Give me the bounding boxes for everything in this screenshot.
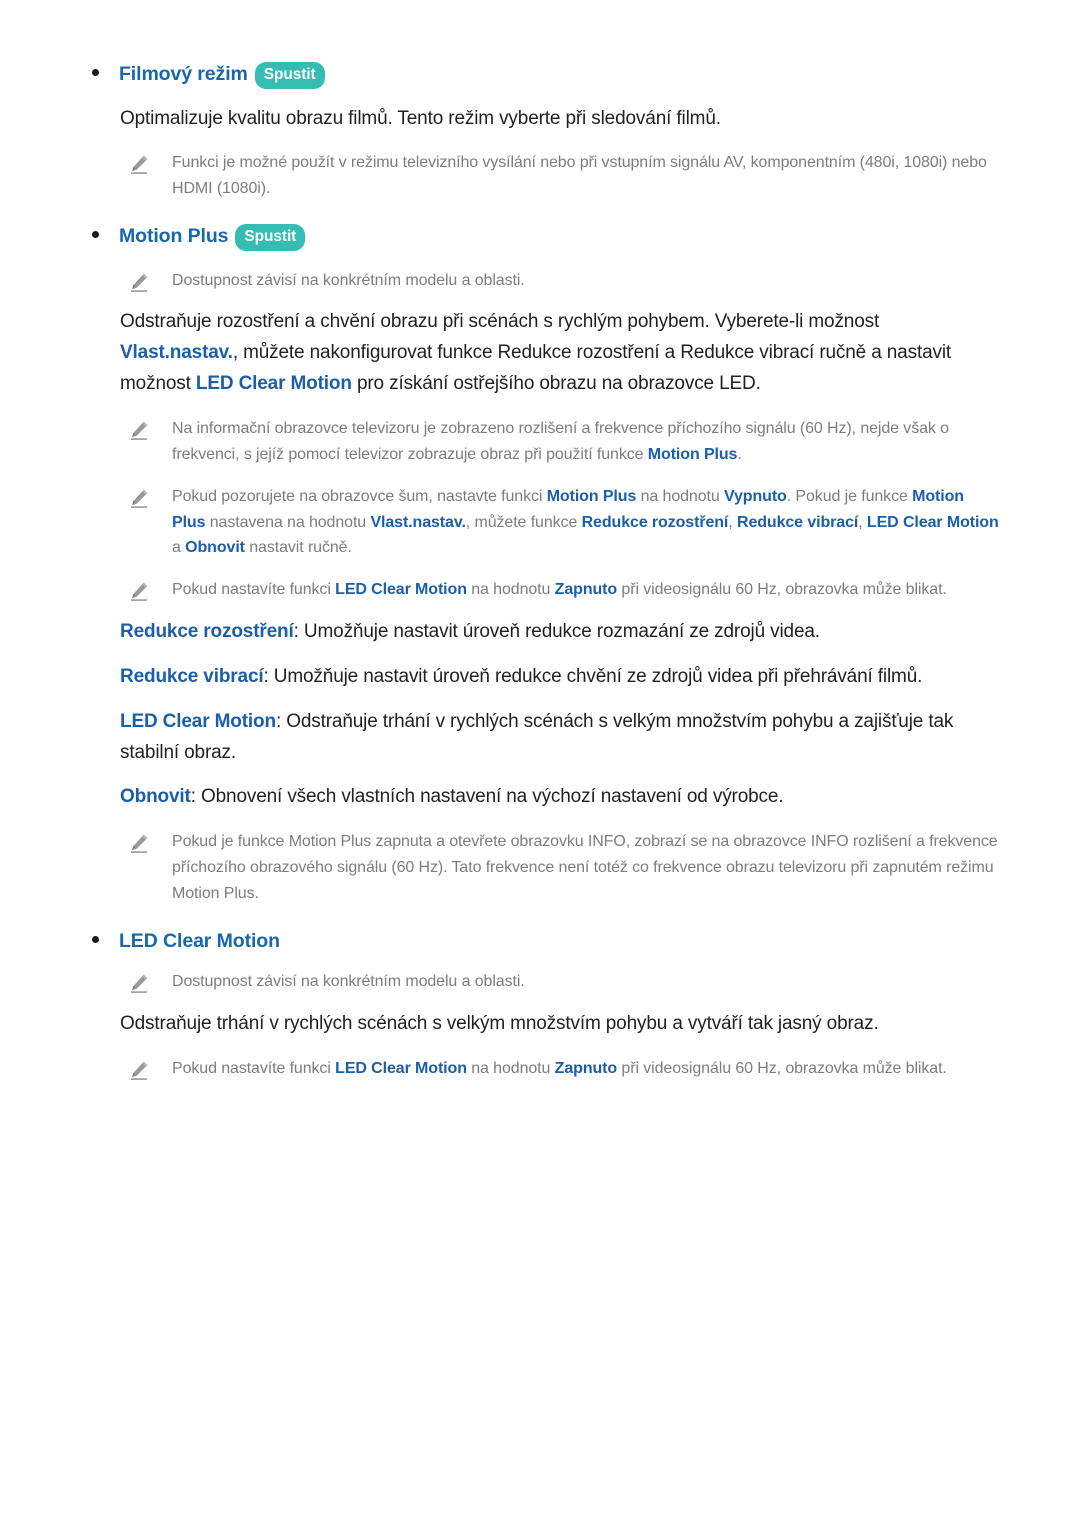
definition-text: : Obnovení všech vlastních nastavení na … [190, 786, 784, 808]
pencil-icon [128, 153, 150, 175]
section-heading-film-mode: Filmový režim Spustit [92, 62, 1000, 90]
pencil-icon [128, 832, 150, 854]
text-run: nastavit ručně. [244, 539, 352, 557]
term-vlast-nastav: Vlast.nastav. [370, 513, 466, 531]
definition-text: : Umožňuje nastavit úroveň redukce rozma… [293, 621, 820, 643]
heading-label: LED Clear Motion [119, 929, 280, 952]
term-led-clear-motion: LED Clear Motion [335, 1059, 467, 1077]
definition-led-clear-motion: LED Clear Motion: Odstraňuje trhání v ry… [120, 707, 1000, 769]
term-zapnuto: Zapnuto [554, 1059, 618, 1077]
text-run: na hodnotu [636, 487, 725, 505]
section-heading-motion-plus: Motion Plus Spustit [92, 224, 1000, 252]
term-obnovit: Obnovit [185, 539, 245, 557]
text-run: na hodnotu [466, 581, 555, 599]
term-led-clear-motion: LED Clear Motion [195, 373, 352, 395]
definition-text: : Umožňuje nastavit úroveň redukce chvěn… [263, 665, 923, 687]
note-motion-plus-3: Pokud nastavíte funkci LED Clear Motion … [128, 577, 1000, 603]
definition-term: Redukce vibrací [120, 665, 264, 687]
section-heading-led-clear-motion: LED Clear Motion [92, 929, 1000, 953]
bullet-dot-icon [92, 69, 99, 76]
text-run: Pokud nastavíte funkci [172, 1059, 336, 1077]
pencil-icon [128, 271, 150, 293]
heading-label: Filmový režim [119, 63, 248, 85]
launch-badge-motion-plus[interactable]: Spustit [235, 224, 306, 251]
led-clear-motion-description: Odstraňuje trhání v rychlých scénách s v… [120, 1013, 879, 1035]
note-motion-plus-availability: Dostupnost závisí na konkrétním modelu a… [128, 268, 1000, 294]
note-text: Pokud je funkce Motion Plus zapnuta a ot… [172, 833, 998, 902]
definition-judder-reduction: Redukce vibrací: Umožňuje nastavit úrove… [120, 662, 1000, 693]
note-film-mode-1: Funkci je možné použít v režimu televizn… [128, 150, 1000, 202]
note-text: Dostupnost závisí na konkrétním modelu a… [172, 271, 525, 289]
text-run: Pokud pozorujete na obrazovce šum, nasta… [172, 487, 547, 505]
film-mode-description: Optimalizuje kvalitu obrazu filmů. Tento… [120, 107, 721, 129]
term-motion-plus: Motion Plus [647, 445, 738, 463]
definition-blur-reduction: Redukce rozostření: Umožňuje nastavit úr… [120, 617, 1000, 648]
text-run: pro získání ostřejšího obrazu na obrazov… [351, 373, 761, 395]
term-redukce-rozostreni: Redukce rozostření [581, 513, 729, 531]
text-run: při videosignálu 60 Hz, obrazovka může b… [617, 581, 947, 599]
text-run: Na informační obrazovce televizoru je zo… [172, 419, 949, 463]
definition-term: LED Clear Motion [120, 710, 276, 732]
pencil-icon [128, 580, 150, 602]
note-motion-plus-1: Na informační obrazovce televizoru je zo… [128, 416, 1000, 468]
term-zapnuto: Zapnuto [554, 581, 618, 599]
heading-label: Motion Plus [119, 225, 229, 248]
bullet-dot-icon [92, 935, 99, 943]
text-run: Odstraňuje rozostření a chvění obrazu př… [120, 311, 880, 333]
text-run: na hodnotu [466, 1059, 555, 1077]
text-run: . [737, 445, 742, 463]
motion-plus-description: Odstraňuje rozostření a chvění obrazu př… [120, 307, 1000, 399]
term-vlast-nastav: Vlast.nastav. [120, 342, 233, 364]
note-text: Pokud nastavíte funkci LED Clear Motion … [172, 1056, 947, 1082]
note-text: Dostupnost závisí na konkrétním modelu a… [172, 973, 525, 991]
text-run: , [728, 513, 737, 531]
text-run: . Pokud je funkce [786, 487, 913, 505]
pencil-icon [128, 419, 150, 441]
text-run: Pokud nastavíte funkci [172, 581, 336, 599]
text-run: , [858, 513, 867, 531]
text-run: a [172, 539, 186, 557]
term-redukce-vibraci: Redukce vibrací [736, 513, 859, 531]
pencil-icon [128, 487, 150, 509]
launch-badge-film-mode[interactable]: Spustit [254, 62, 325, 89]
note-text: Pokud nastavíte funkci LED Clear Motion … [172, 577, 947, 603]
text-run: , můžete funkce [465, 513, 582, 531]
text-run: při videosignálu 60 Hz, obrazovka může b… [617, 1059, 947, 1077]
note-text: Pokud pozorujete na obrazovce šum, nasta… [172, 484, 1000, 562]
pencil-icon [128, 1059, 150, 1081]
definition-reset: Obnovit: Obnovení všech vlastních nastav… [120, 782, 1000, 813]
definition-term: Redukce rozostření [120, 621, 294, 643]
term-vypnuto: Vypnuto [724, 487, 787, 505]
bullet-dot-icon [92, 231, 99, 239]
note-text: Funkci je možné použít v režimu televizn… [172, 154, 987, 198]
term-motion-plus: Motion Plus [546, 487, 637, 505]
note-led-clear-motion-1: Pokud nastavíte funkci LED Clear Motion … [128, 1056, 1000, 1082]
pencil-icon [128, 972, 150, 994]
note-led-clear-motion-availability: Dostupnost závisí na konkrétním modelu a… [128, 969, 1000, 995]
term-led-clear-motion: LED Clear Motion [335, 581, 467, 599]
term-led-clear-motion: LED Clear Motion [866, 513, 999, 531]
text-run: nastavena na hodnotu [205, 513, 371, 531]
definition-term: Obnovit [120, 786, 191, 808]
note-text: Na informační obrazovce televizoru je zo… [172, 416, 1000, 468]
manual-page: Filmový režim Spustit Optimalizuje kvali… [0, 0, 1080, 1527]
note-motion-plus-4: Pokud je funkce Motion Plus zapnuta a ot… [128, 829, 1000, 907]
note-motion-plus-2: Pokud pozorujete na obrazovce šum, nasta… [128, 484, 1000, 562]
